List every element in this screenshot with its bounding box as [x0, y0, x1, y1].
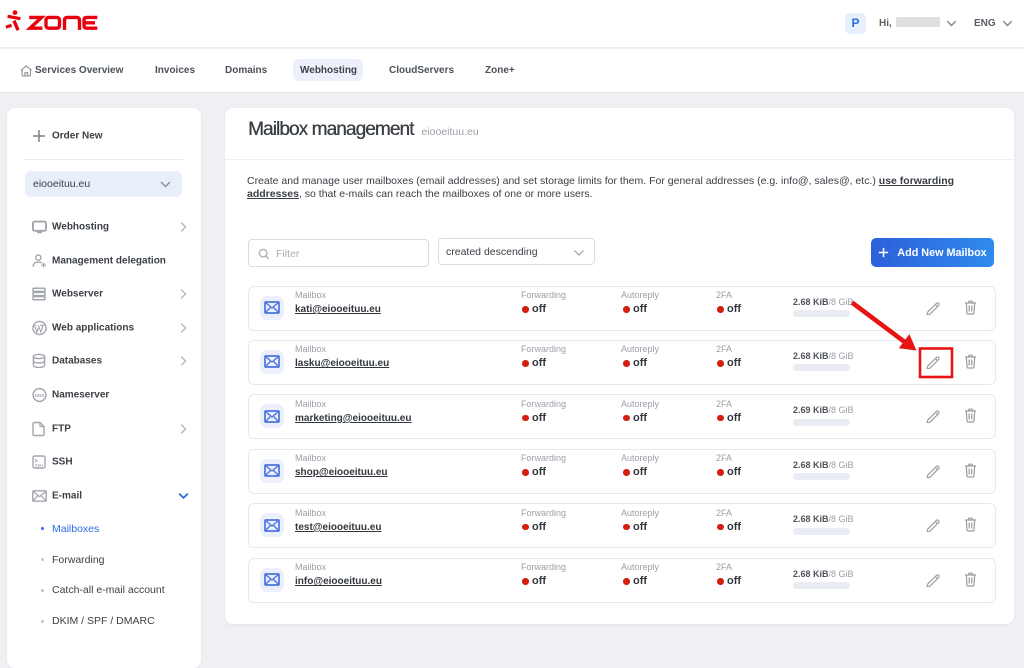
svg-text:SSH: SSH	[35, 463, 43, 467]
svg-text:DNS: DNS	[34, 393, 44, 398]
